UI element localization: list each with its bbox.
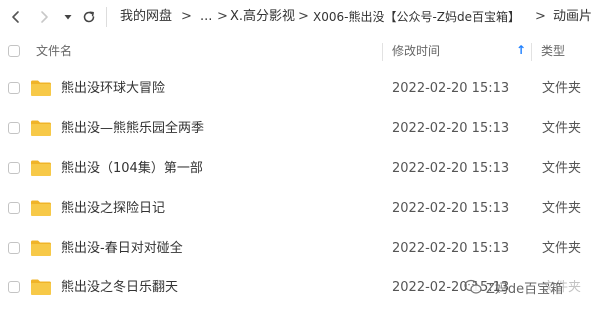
breadcrumb-item-movies[interactable]: X.高分影视 <box>230 9 295 25</box>
row-checkbox[interactable] <box>8 122 20 134</box>
column-divider[interactable] <box>382 43 383 61</box>
folder-icon <box>31 279 51 295</box>
breadcrumb-separator: > <box>217 9 228 24</box>
folder-icon <box>31 120 51 136</box>
breadcrumb-item-root[interactable]: 我的网盘 <box>120 9 172 25</box>
file-row[interactable]: 熊出没-春日对对碰全 2022-02-20 15:13 文件夹 <box>0 228 592 268</box>
file-type: 文件夹 <box>542 201 582 216</box>
column-header-modified[interactable]: 修改时间 <box>392 44 440 58</box>
file-name[interactable]: 熊出没—熊熊乐园全两季 <box>61 121 204 137</box>
file-type: 文件夹 <box>542 81 582 96</box>
caret-down-icon <box>64 15 72 20</box>
history-dropdown-button[interactable] <box>58 7 78 27</box>
file-list-header: 文件名 修改时间 ↑ 类型 <box>0 34 592 68</box>
refresh-button[interactable] <box>79 7 99 27</box>
watermark-text: Z妈de百宝箱 <box>486 281 564 297</box>
sort-ascending-icon[interactable]: ↑ <box>516 43 526 57</box>
file-modified: 2022-02-20 15:13 <box>392 81 510 96</box>
wechat-icon <box>464 279 482 294</box>
row-checkbox[interactable] <box>8 202 20 214</box>
folder-icon <box>31 200 51 216</box>
file-row[interactable]: 熊出没—熊熊乐园全两季 2022-02-20 15:13 文件夹 <box>0 108 592 148</box>
row-checkbox[interactable] <box>8 162 20 174</box>
row-checkbox[interactable] <box>8 242 20 254</box>
file-name[interactable]: 熊出没之冬日乐翻天 <box>61 280 178 296</box>
folder-icon <box>31 80 51 96</box>
file-modified: 2022-02-20 15:13 <box>392 241 510 256</box>
breadcrumb-item-series[interactable]: X006-熊出没【公众号-Z妈de百宝箱】 <box>313 9 520 25</box>
breadcrumb-item-current[interactable]: 动画片 <box>553 9 592 25</box>
file-name[interactable]: 熊出没（104集）第一部 <box>61 161 203 177</box>
back-button[interactable] <box>6 7 26 27</box>
breadcrumb-item-ellipsis[interactable]: ... <box>200 9 212 25</box>
breadcrumb-separator: > <box>298 9 309 24</box>
file-row[interactable]: 熊出没（104集）第一部 2022-02-20 15:13 文件夹 <box>0 148 592 188</box>
file-name[interactable]: 熊出没之探险日记 <box>61 201 165 217</box>
refresh-icon <box>83 11 95 23</box>
select-all-checkbox[interactable] <box>8 45 20 57</box>
file-modified: 2022-02-20 15:13 <box>392 161 510 176</box>
file-name[interactable]: 熊出没-春日对对碰全 <box>61 241 183 257</box>
row-checkbox[interactable] <box>8 82 20 94</box>
chevron-right-icon <box>41 11 48 23</box>
file-name[interactable]: 熊出没环球大冒险 <box>61 81 165 97</box>
file-type: 文件夹 <box>542 241 582 256</box>
file-type: 文件夹 <box>542 161 582 176</box>
file-row[interactable]: 熊出没环球大冒险 2022-02-20 15:13 文件夹 <box>0 68 592 108</box>
file-modified: 2022-02-20 15:13 <box>392 201 510 216</box>
toolbar-divider <box>106 7 107 27</box>
column-header-type[interactable]: 类型 <box>541 44 565 58</box>
breadcrumb-separator: > <box>181 9 192 24</box>
toolbar: 我的网盘 > ... > X.高分影视 > X006-熊出没【公众号-Z妈de百… <box>0 0 592 34</box>
file-type: 文件夹 <box>542 121 582 136</box>
folder-icon <box>31 240 51 256</box>
column-header-name[interactable]: 文件名 <box>36 44 72 58</box>
file-modified: 2022-02-20 15:13 <box>392 121 510 136</box>
breadcrumb-separator: > <box>535 9 546 24</box>
folder-icon <box>31 160 51 176</box>
forward-button[interactable] <box>34 7 54 27</box>
column-divider[interactable] <box>531 43 532 61</box>
chevron-left-icon <box>12 11 19 23</box>
file-row[interactable]: 熊出没之探险日记 2022-02-20 15:13 文件夹 <box>0 188 592 228</box>
watermark: Z妈de百宝箱 <box>464 277 588 297</box>
row-checkbox[interactable] <box>8 281 20 293</box>
